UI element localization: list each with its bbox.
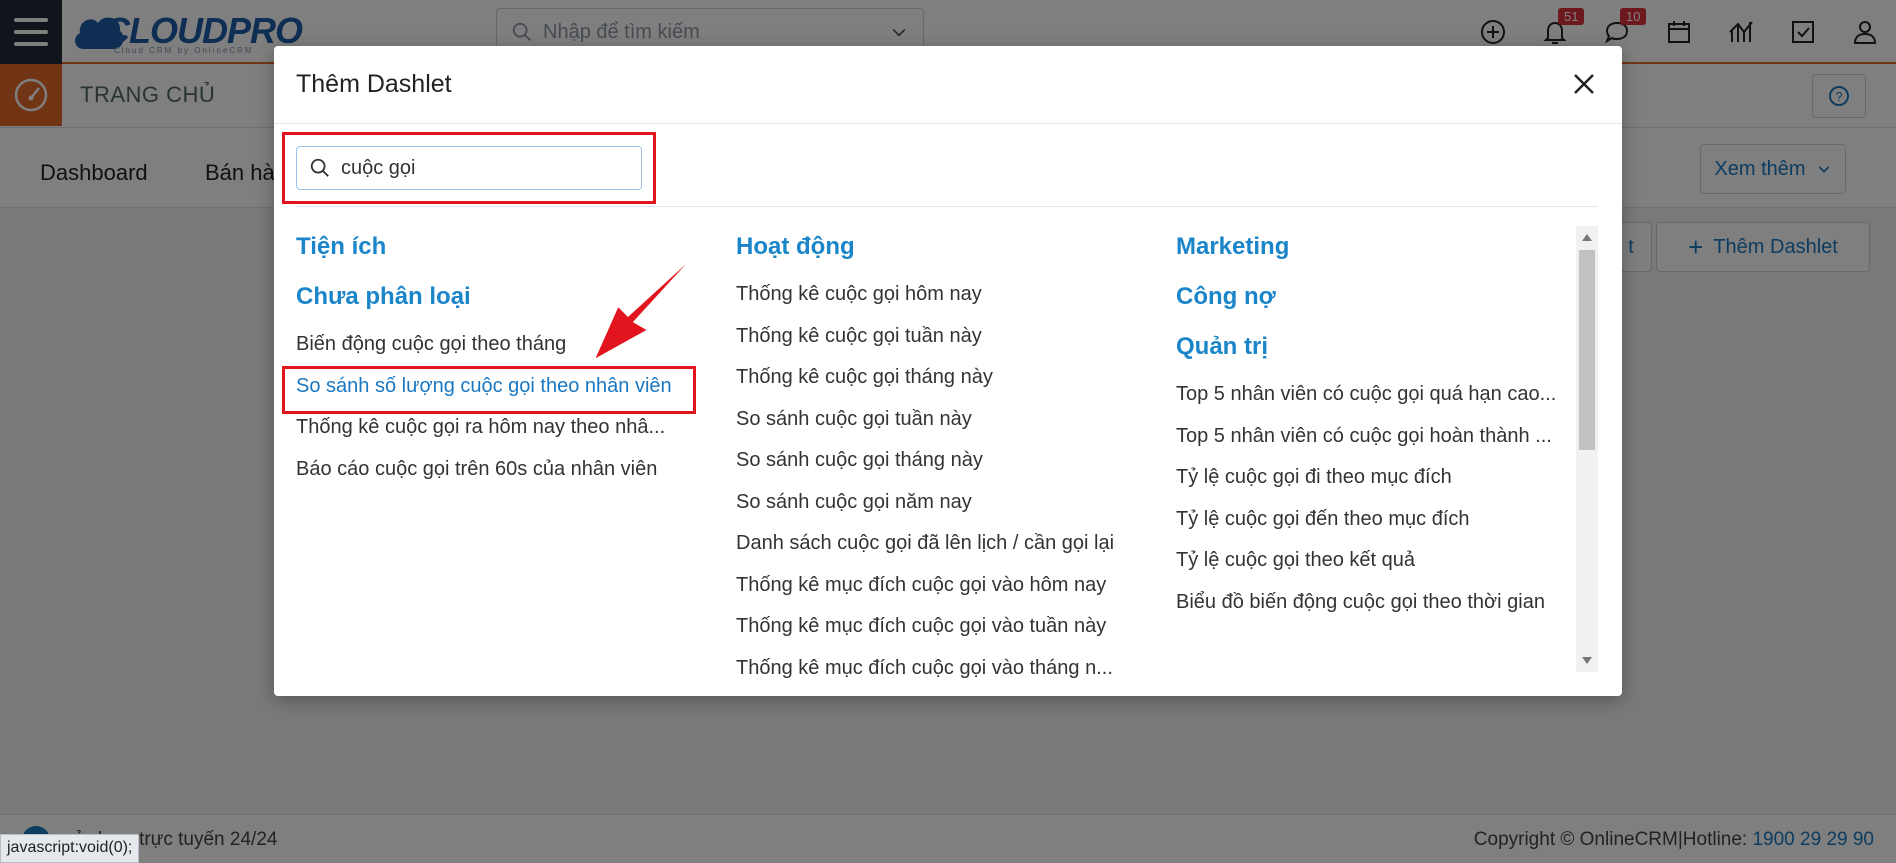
divider (296, 206, 1598, 207)
category-marketing[interactable]: Marketing (1176, 232, 1576, 282)
scroll-up-icon[interactable] (1582, 234, 1592, 241)
dashlet-item[interactable]: Top 5 nhân viên có cuộc gọi quá hạn cao.… (1176, 382, 1576, 424)
dashlet-item[interactable]: Thống kê mục đích cuộc gọi vào hôm nay (736, 573, 1156, 615)
dashlet-column-2: Hoạt động Thống kê cuộc gọi hôm nay Thốn… (736, 232, 1156, 697)
scroll-down-icon[interactable] (1582, 657, 1592, 664)
dashlet-item[interactable]: Thống kê cuộc gọi ra hôm nay theo nhâ... (296, 415, 716, 457)
dashlet-item[interactable]: So sánh cuộc gọi tháng này (736, 448, 1156, 490)
category-quan-tri[interactable]: Quản trị (1176, 332, 1576, 382)
selected-item-highlight-box (282, 366, 696, 414)
dashlet-item[interactable]: Tỷ lệ cuộc gọi đến theo mục đích (1176, 507, 1576, 549)
modal-scrollbar[interactable] (1576, 226, 1598, 672)
dashlet-item[interactable]: Báo cáo cuộc gọi trên 60s của nhân viên (296, 457, 716, 499)
dashlet-item[interactable]: Tỷ lệ cuộc gọi theo kết quả (1176, 548, 1576, 590)
category-cong-no[interactable]: Công nợ (1176, 282, 1576, 332)
dashlet-item[interactable]: Thống kê mục đích cuộc gọi vào tuần này (736, 614, 1156, 656)
dashlet-item[interactable]: Danh sách cuộc gọi đã lên lịch / cần gọi… (736, 531, 1156, 573)
close-icon[interactable] (1564, 64, 1604, 104)
scrollbar-thumb[interactable] (1579, 250, 1595, 450)
modal-title: Thêm Dashlet (296, 70, 452, 98)
dashlet-item[interactable]: Thống kê cuộc gọi tháng này (736, 365, 1156, 407)
dashlet-item[interactable]: So sánh cuộc gọi năm nay (736, 490, 1156, 532)
dashlet-list: Tiện ích Chưa phân loại Biến động cuộc g… (274, 222, 1584, 716)
dashlet-item[interactable]: Thống kê mục đích cuộc gọi vào tháng n..… (736, 656, 1156, 698)
dashlet-item[interactable]: Tỷ lệ cuộc gọi đi theo mục đích (1176, 465, 1576, 507)
dashlet-item[interactable]: Biểu đồ biến động cuộc gọi theo thời gia… (1176, 590, 1576, 632)
dashlet-column-3: Marketing Công nợ Quản trị Top 5 nhân vi… (1176, 232, 1576, 631)
dashlet-search-box[interactable] (296, 146, 642, 190)
dashlet-search-input[interactable] (341, 156, 621, 180)
dashlet-item[interactable]: So sánh cuộc gọi tuần này (736, 407, 1156, 449)
category-hoat-dong[interactable]: Hoạt động (736, 232, 1156, 282)
dashlet-item[interactable]: Top 5 nhân viên có cuộc gọi hoàn thành .… (1176, 424, 1576, 466)
dashlet-item[interactable]: Thống kê cuộc gọi tuần này (736, 324, 1156, 366)
search-icon (310, 158, 329, 177)
modal-header: Thêm Dashlet (274, 46, 1622, 124)
add-dashlet-modal: Thêm Dashlet Tiện ích Chưa phân loại Biế… (274, 46, 1622, 696)
dashlet-item[interactable]: Thống kê cuộc gọi hôm nay (736, 282, 1156, 324)
red-arrow-annotation (594, 251, 699, 361)
status-bar-url: javascript:void(0); (0, 834, 140, 863)
